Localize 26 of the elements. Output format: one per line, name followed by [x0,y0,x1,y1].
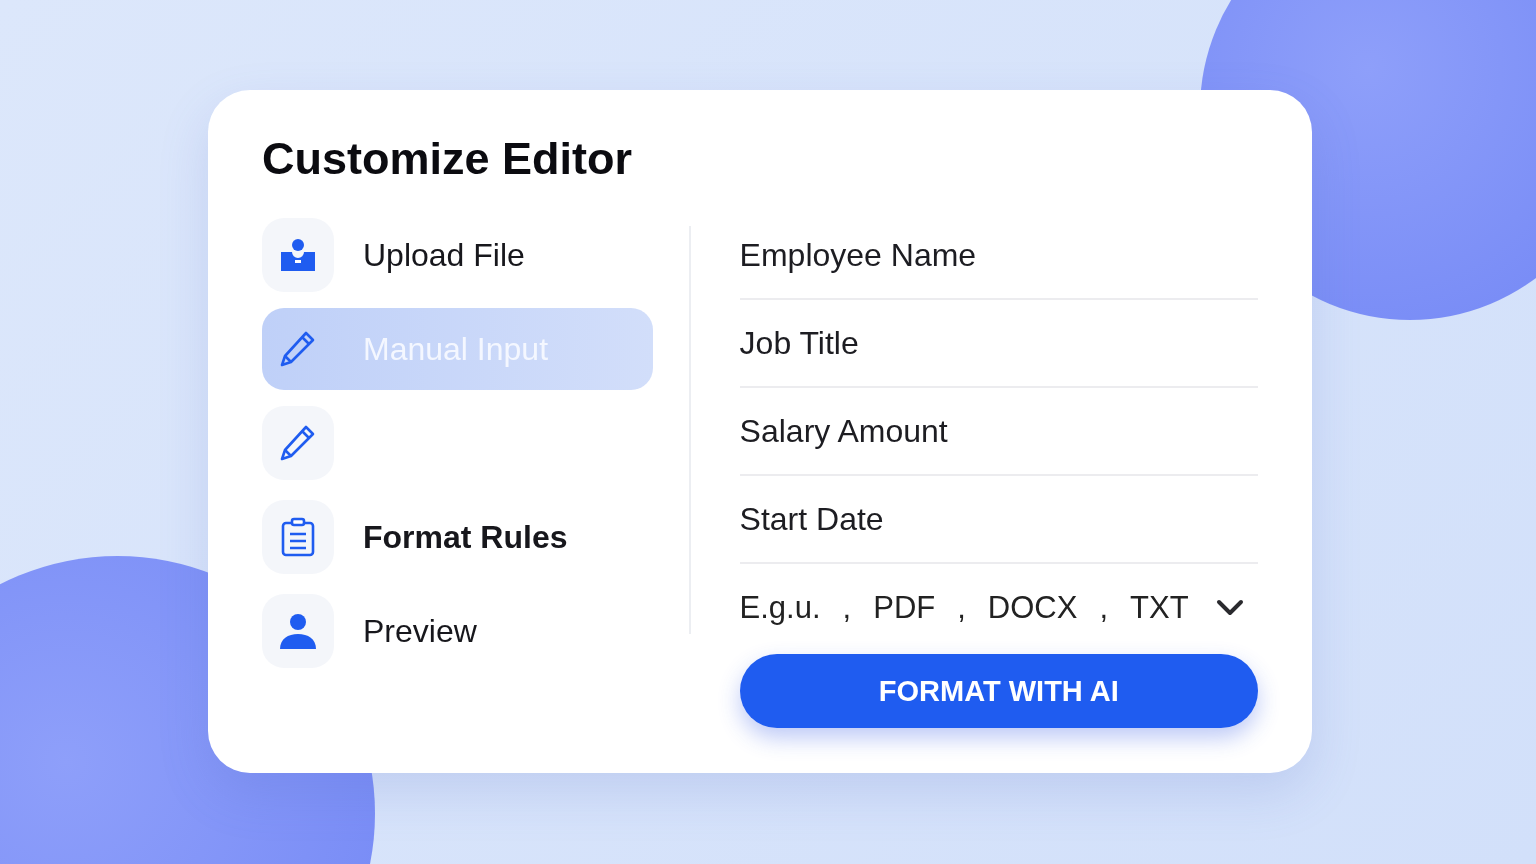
format-option-text: E.g.u. [739,590,821,626]
menu-label: Format Rules [363,518,568,556]
editor-title: Customize Editor [262,132,634,186]
pencil-icon [280,425,315,461]
input-field[interactable]: Job Title [739,301,1258,388]
chevron-down-icon [1217,600,1243,615]
format-option-text: , [842,590,852,626]
badge-icon [281,239,315,271]
format-option-text: , [1099,590,1109,626]
format-option-text: , [957,590,966,626]
menu-label: Upload File [363,236,525,274]
format-option-text: PDF [873,590,936,626]
input-field[interactable]: Employee Name [739,213,1258,300]
input-field[interactable]: Salary Amount [739,389,1258,476]
format-dropdown[interactable]: E.g.u. , PDF , DOCX , TXT [739,564,1258,652]
format-button[interactable]: FORMAT WITH AI [739,654,1258,728]
person-icon [280,614,316,649]
clipboard-icon [281,517,315,557]
menu-item[interactable]: Format Rules [262,496,653,578]
menu-label: Preview [363,612,477,650]
format-option-text: DOCX [987,590,1078,626]
menu-item[interactable]: Preview [262,590,653,672]
menu-item[interactable]: Upload File [262,214,653,296]
pencil-icon [280,331,315,367]
input-field[interactable]: Start Date [739,477,1258,564]
format-option-text: TXT [1130,590,1189,626]
